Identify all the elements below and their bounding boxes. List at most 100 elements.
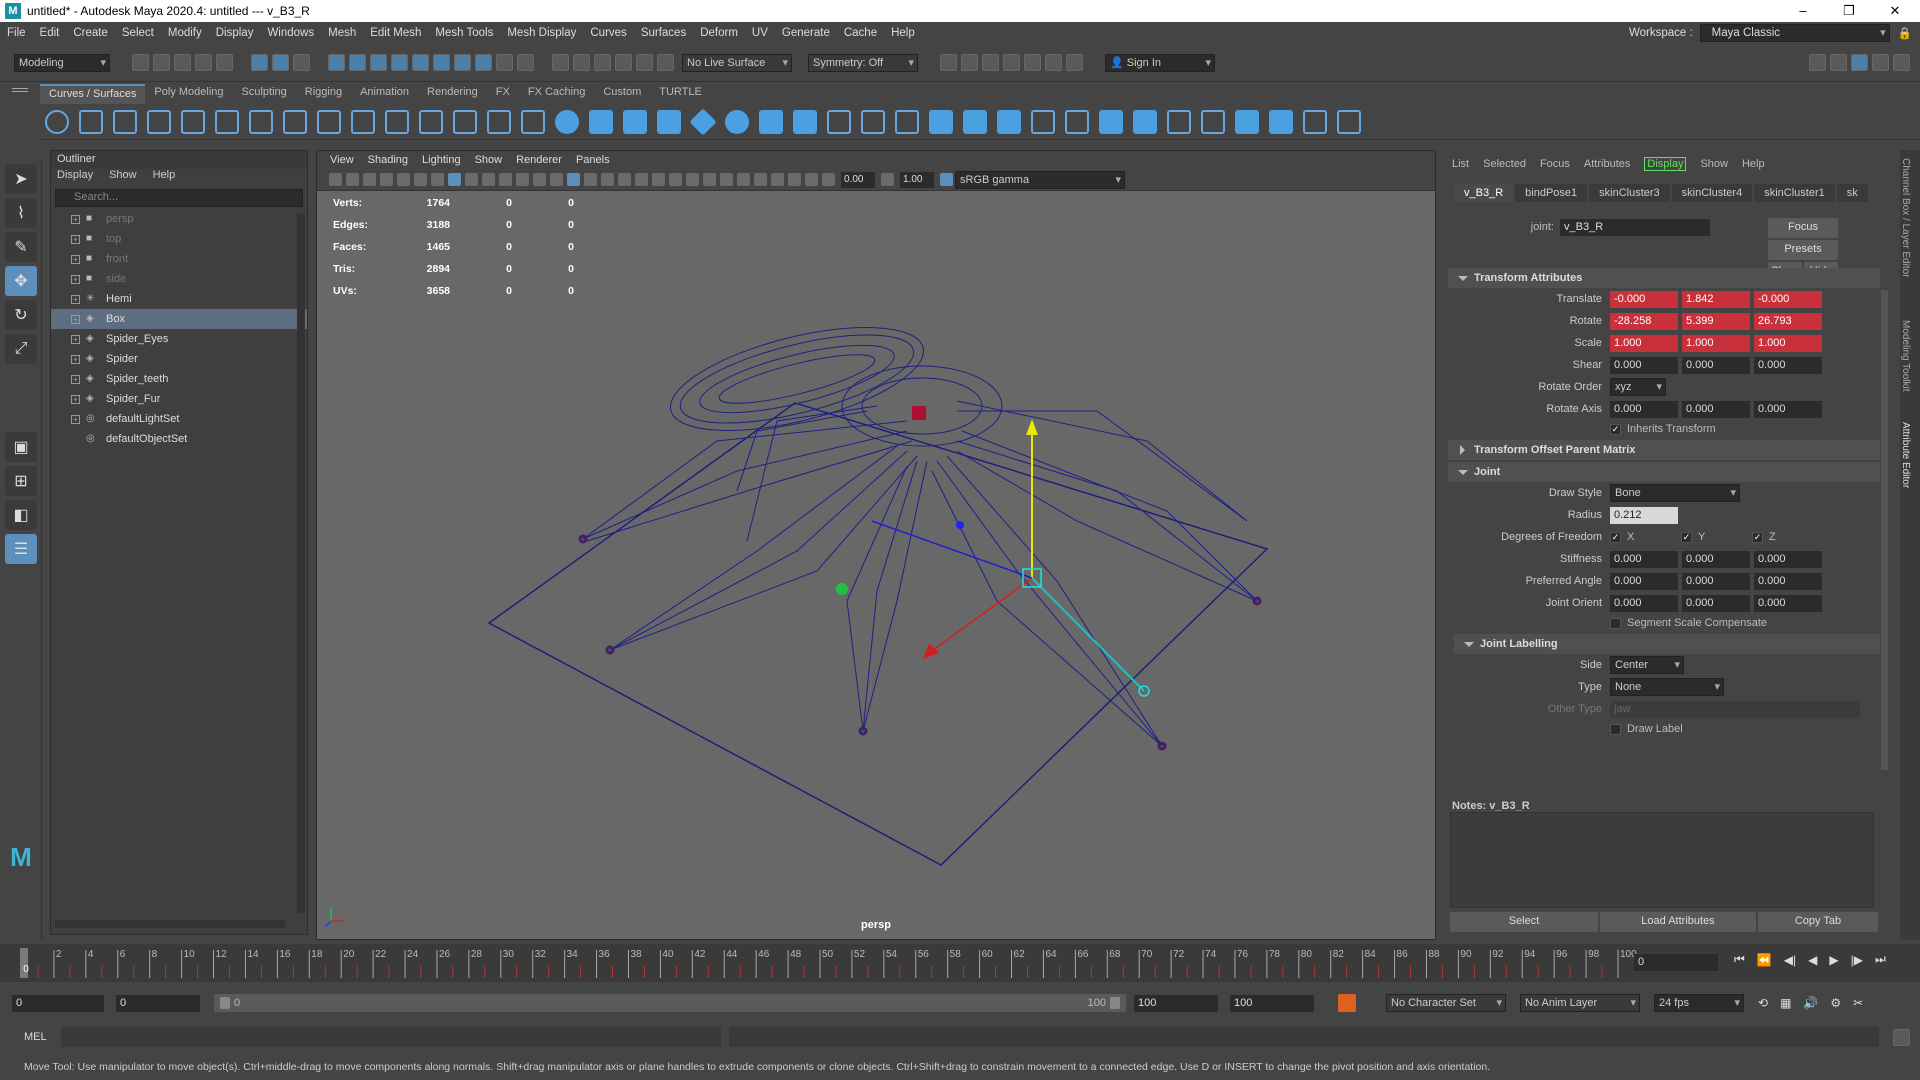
square-surface-icon[interactable] — [997, 109, 1021, 134]
snap-surface-icon[interactable] — [412, 54, 429, 71]
scale-y-field[interactable]: 1.000 — [1682, 334, 1750, 352]
xray-icon[interactable] — [771, 173, 784, 186]
rebuild-surface-icon[interactable] — [1303, 109, 1327, 134]
outliner-hscrollbar[interactable] — [55, 920, 285, 928]
revolve-icon[interactable] — [759, 109, 783, 134]
menu-uv[interactable]: UV — [745, 27, 775, 39]
open-scene-icon[interactable] — [153, 54, 170, 71]
paint-select-icon[interactable]: ✎ — [5, 232, 37, 262]
safe-action-icon[interactable] — [533, 173, 546, 186]
curve-editing-icon[interactable] — [521, 109, 545, 134]
insert-isoparm-icon[interactable] — [1269, 109, 1293, 134]
range-right-handle[interactable] — [1110, 997, 1120, 1009]
antialiasing-icon[interactable] — [720, 173, 733, 186]
outliner-search-input[interactable]: Search... — [55, 189, 303, 207]
bezier-curve-icon[interactable] — [215, 109, 239, 134]
side-dropdown[interactable]: Center — [1610, 656, 1684, 674]
rebuild-curve-icon[interactable] — [453, 109, 477, 134]
anim-settings-icon[interactable]: ✂ — [1853, 996, 1863, 1010]
menu-help[interactable]: Help — [884, 27, 922, 39]
snap-curve-icon[interactable] — [349, 54, 366, 71]
field-chart-icon[interactable] — [516, 173, 529, 186]
playback-end-field[interactable]: 100 — [1134, 994, 1218, 1012]
wireframe-icon[interactable] — [567, 173, 580, 186]
current-frame-field[interactable]: 0 — [1634, 954, 1718, 971]
snap-face-icon[interactable] — [475, 54, 492, 71]
exposure-field[interactable]: 0.00 — [841, 171, 875, 188]
lock-selection-icon[interactable] — [496, 54, 513, 71]
outliner-item-spider[interactable]: + ◈ Spider — [51, 349, 307, 369]
ep-curve-icon[interactable] — [113, 109, 137, 134]
expand-icon[interactable]: + — [71, 294, 80, 304]
nurbs-torus-icon[interactable] — [725, 109, 749, 134]
viewport-menu-panels[interactable]: Panels — [569, 154, 617, 166]
human-ik-icon[interactable] — [1830, 54, 1847, 71]
scale-z-field[interactable]: 1.000 — [1754, 334, 1822, 352]
render-setup-icon[interactable] — [940, 54, 957, 71]
outliner-item-spider-fur[interactable]: + ◈ Spider_Fur — [51, 389, 307, 409]
ipr-icon[interactable] — [657, 54, 674, 71]
hypershade-icon[interactable] — [961, 54, 978, 71]
menu-mesh[interactable]: Mesh — [321, 27, 363, 39]
minimize-button[interactable]: – — [1780, 0, 1826, 22]
trim-tool-icon[interactable] — [1099, 109, 1123, 134]
ae-menu-display[interactable]: Display — [1644, 157, 1687, 171]
ae-tab-sk[interactable]: sk — [1836, 184, 1868, 202]
birail-icon[interactable] — [895, 109, 919, 134]
viewport-menu-shading[interactable]: Shading — [361, 154, 415, 166]
motion-blur-icon[interactable] — [703, 173, 716, 186]
nurbs-plane-icon[interactable] — [689, 107, 717, 136]
detach-surfaces-icon[interactable] — [1201, 109, 1225, 134]
labelling-section-header[interactable]: Joint Labelling — [1454, 634, 1880, 654]
color-management-icon[interactable] — [940, 173, 953, 186]
cache-playback-icon[interactable]: ▦ — [1780, 996, 1791, 1010]
load-attributes-button[interactable]: Load Attributes — [1600, 912, 1756, 932]
side-tab-modeling-toolkit[interactable]: Modeling Toolkit — [1900, 320, 1911, 410]
render-frame-icon[interactable] — [636, 54, 653, 71]
outliner-item-top[interactable]: + ■ top — [51, 229, 307, 249]
expand-icon[interactable]: + — [71, 414, 80, 424]
ae-tab-skincluster1[interactable]: skinCluster1 — [1754, 184, 1835, 202]
ae-menu-list[interactable]: List — [1452, 158, 1469, 170]
snap-point-icon[interactable] — [370, 54, 387, 71]
outliner-menu-help[interactable]: Help — [153, 169, 176, 187]
ae-scrollbar[interactable] — [1881, 290, 1888, 770]
snapshot-icon[interactable] — [1045, 54, 1062, 71]
step-back-frame-icon[interactable]: ◀| — [1784, 953, 1796, 967]
snap-edge-icon[interactable] — [454, 54, 471, 71]
ae-tab-skincluster3[interactable]: skinCluster3 — [1589, 184, 1670, 202]
mel-label[interactable]: MEL — [0, 1031, 61, 1043]
live-surface-field[interactable]: No Live Surface — [682, 53, 792, 72]
go-to-start-icon[interactable]: ⏮ — [1734, 952, 1745, 967]
transform-section-header[interactable]: Transform Attributes — [1448, 268, 1880, 288]
cv-curve-icon[interactable] — [147, 109, 171, 134]
preferred-z-field[interactable]: 0.000 — [1754, 572, 1822, 590]
shelf-tab-curves-surfaces[interactable]: Curves / Surfaces — [40, 84, 146, 104]
isolate-select-icon[interactable] — [754, 173, 767, 186]
grid-icon[interactable] — [448, 173, 461, 186]
attach-surfaces-icon[interactable] — [1167, 109, 1191, 134]
expand-icon[interactable]: + — [71, 254, 80, 264]
2d-pan-icon[interactable] — [414, 173, 427, 186]
outliner-menu-show[interactable]: Show — [109, 169, 137, 187]
animation-prefs-icon[interactable]: ⚙ — [1830, 996, 1841, 1010]
ae-menu-help[interactable]: Help — [1742, 158, 1765, 170]
shelf-tab-fx-caching[interactable]: FX Caching — [519, 84, 594, 104]
output-ops-icon[interactable] — [573, 54, 590, 71]
loop-icon[interactable]: ⟲ — [1758, 996, 1768, 1010]
presets-button[interactable]: Presets — [1768, 240, 1838, 260]
rotate-tool-icon[interactable]: ↻ — [5, 300, 37, 330]
dof-x-checkbox[interactable]: ✓ — [1610, 531, 1621, 543]
menu-deform[interactable]: Deform — [693, 27, 745, 39]
offset-curve-icon[interactable] — [419, 109, 443, 134]
ae-menu-show[interactable]: Show — [1700, 158, 1728, 170]
lasso-tool-icon[interactable]: ⌇ — [5, 198, 37, 228]
shelf-menu-icon[interactable] — [12, 88, 28, 92]
time-slider[interactable]: 2 4 6 8 10 12 14 16 18 20 22 24 26 28 30 32 34 36 38 40 42 44… — [0, 944, 1920, 982]
smooth-shade-icon[interactable] — [584, 173, 597, 186]
nurbs-sphere-icon[interactable] — [555, 109, 579, 134]
textured-icon[interactable] — [635, 173, 648, 186]
gamma-icon[interactable] — [881, 173, 894, 186]
camera-select-icon[interactable] — [329, 173, 342, 186]
outliner-layout-icon[interactable]: ◧ — [5, 500, 37, 530]
